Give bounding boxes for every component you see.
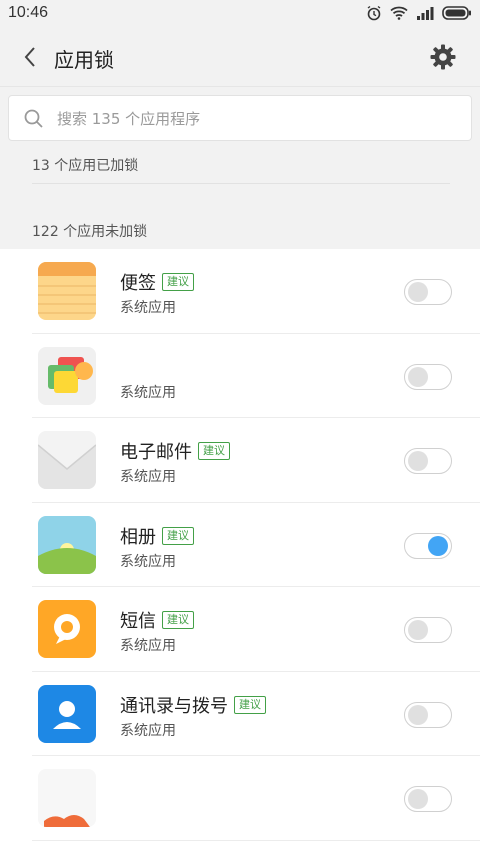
notes-icon xyxy=(38,262,96,320)
wifi-icon xyxy=(390,6,408,20)
page-title: 应用锁 xyxy=(54,48,114,72)
gear-icon xyxy=(430,44,456,70)
list-item[interactable]: 系统应用 xyxy=(32,334,480,418)
search-box[interactable] xyxy=(8,95,472,142)
search-icon xyxy=(24,109,43,128)
alarm-icon xyxy=(367,5,381,21)
suggest-badge: 建议 xyxy=(162,273,194,291)
lock-toggle[interactable] xyxy=(404,532,452,559)
gallery-icon xyxy=(38,515,96,574)
contacts-icon xyxy=(38,684,96,743)
list-item[interactable]: 短信 建议 系统应用 xyxy=(32,587,480,672)
lock-toggle[interactable] xyxy=(404,448,452,474)
lock-toggle[interactable] xyxy=(404,617,452,643)
list-item[interactable]: 便签 建议 系统应用 xyxy=(32,249,480,334)
signal-icon xyxy=(417,7,434,20)
status-icons xyxy=(366,5,472,21)
app-subtitle: 系统应用 xyxy=(120,553,176,570)
theme-icon xyxy=(38,346,96,405)
list-item[interactable]: 相册 建议 系统应用 xyxy=(32,503,480,587)
section-headers: 13 个应用已加锁 122 个应用未加锁 xyxy=(0,149,480,249)
settings-button[interactable] xyxy=(428,42,458,72)
app-name: 通讯录与拨号 建议 xyxy=(120,692,266,718)
app-name: 电子邮件 建议 xyxy=(120,438,230,464)
lock-toggle[interactable] xyxy=(404,363,452,390)
suggest-badge: 建议 xyxy=(198,442,230,460)
app-subtitle: 系统应用 xyxy=(120,638,176,654)
list-item[interactable]: 通讯录与拨号 建议 系统应用 xyxy=(32,672,480,756)
locked-apps-header[interactable]: 13 个应用已加锁 xyxy=(32,155,138,175)
lock-toggle[interactable] xyxy=(404,279,452,305)
search-area xyxy=(0,87,480,149)
app-header: 应用锁 xyxy=(0,28,480,87)
app-icon xyxy=(38,769,96,827)
app-name: 便签 建议 xyxy=(120,269,194,295)
back-button[interactable] xyxy=(16,42,44,72)
divider xyxy=(32,183,450,184)
lock-toggle[interactable] xyxy=(404,701,452,728)
list-item[interactable] xyxy=(32,756,480,841)
email-icon xyxy=(38,431,96,489)
status-time: 10:46 xyxy=(8,4,49,21)
search-input[interactable] xyxy=(55,96,459,142)
app-subtitle: 系统应用 xyxy=(120,384,176,401)
lock-toggle[interactable] xyxy=(404,786,452,812)
list-item[interactable]: 电子邮件 建议 系统应用 xyxy=(32,418,480,503)
status-bar: 10:46 xyxy=(0,0,480,28)
suggest-badge: 建议 xyxy=(234,695,266,714)
app-name: 相册 建议 xyxy=(120,523,194,549)
app-subtitle: 系统应用 xyxy=(120,469,176,485)
app-name: 短信 建议 xyxy=(120,607,194,633)
app-subtitle: 系统应用 xyxy=(120,300,176,316)
sms-icon xyxy=(38,600,96,658)
app-list: 便签 建议 系统应用 系统应用 电子邮件 建议 系统应用 相册 建议 系统应用 短信建… xyxy=(0,249,480,841)
suggest-badge: 建议 xyxy=(162,611,194,629)
battery-icon xyxy=(442,6,471,20)
suggest-badge: 建议 xyxy=(162,526,194,545)
unlocked-apps-header: 122 个应用未加锁 xyxy=(32,224,148,240)
back-arrow-icon xyxy=(24,47,35,67)
app-subtitle: 系统应用 xyxy=(120,722,176,739)
